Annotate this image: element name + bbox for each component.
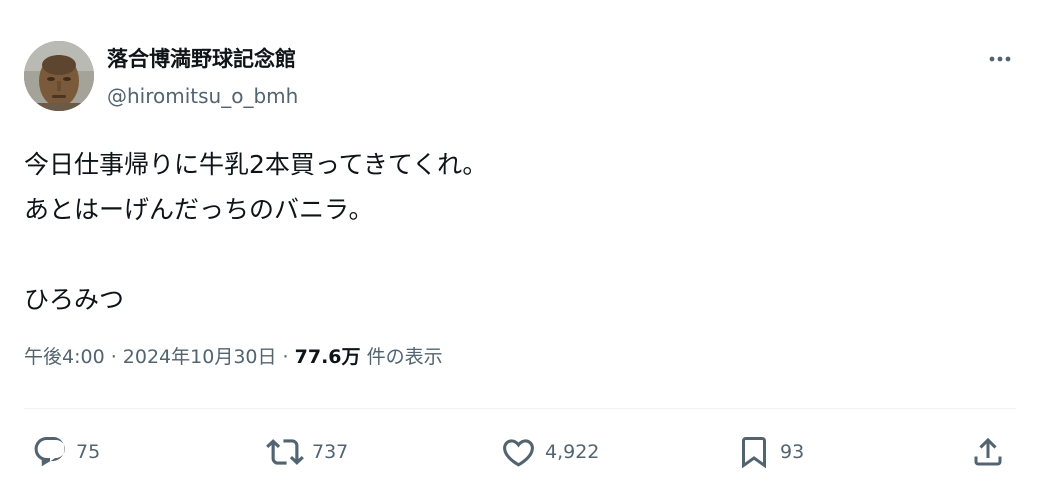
meta-separator: · — [104, 346, 123, 368]
reply-icon — [34, 437, 65, 467]
like-count: 4,922 — [545, 441, 600, 463]
tweet-meta: 午後4:00 · 2024年10月30日 · 77.6万 件の表示 — [24, 343, 443, 371]
bookmark-count: 93 — [780, 441, 805, 463]
views-count[interactable]: 77.6万 — [295, 346, 361, 368]
tweet-text-line: あとはーげんだっちのバニラ。 — [24, 195, 374, 224]
tweet-text: 今日仕事帰りに牛乳2本買ってきてくれ。 あとはーげんだっちのバニラ。 ひろみつ — [24, 142, 1014, 322]
tweet-time[interactable]: 午後4:00 — [24, 346, 105, 368]
author-handle[interactable]: @hiromitsu_o_bmh — [107, 83, 298, 109]
tweet-date[interactable]: 2024年10月30日 — [123, 346, 277, 368]
divider — [24, 408, 1016, 409]
avatar[interactable] — [24, 41, 94, 111]
bookmark-icon — [742, 437, 766, 469]
tweet-text-line — [24, 232, 1014, 277]
heart-icon — [503, 438, 534, 467]
like-button[interactable]: 4,922 — [500, 434, 599, 470]
tweet-text-line: 今日仕事帰りに牛乳2本買ってきてくれ。 — [24, 150, 488, 179]
repost-icon — [266, 439, 304, 465]
repost-button[interactable]: 737 — [266, 434, 348, 470]
avatar-image — [24, 41, 94, 111]
bookmark-button[interactable]: 93 — [736, 434, 804, 470]
author-display-name[interactable]: 落合博満野球記念館 — [107, 45, 296, 73]
reply-button[interactable]: 75 — [32, 434, 100, 470]
more-options-button[interactable] — [980, 46, 1020, 72]
meta-separator: · — [276, 346, 295, 368]
share-icon — [974, 437, 1002, 466]
views-label: 件の表示 — [366, 346, 443, 368]
repost-count: 737 — [312, 441, 349, 463]
share-button[interactable] — [970, 434, 1006, 470]
reply-count: 75 — [76, 441, 101, 463]
more-horizontal-icon — [989, 56, 1011, 62]
tweet-text-line: ひろみつ — [24, 285, 125, 314]
